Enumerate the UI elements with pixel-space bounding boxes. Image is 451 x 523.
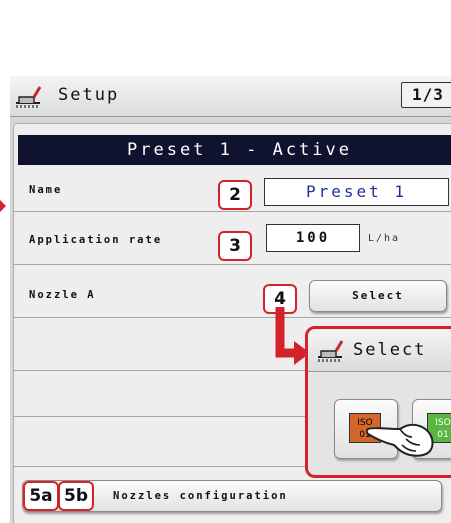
application-rate-field[interactable]: 100 — [266, 224, 360, 252]
rate-unit: L/ha — [368, 233, 401, 244]
callout-badge-5a: 5a — [23, 481, 59, 511]
select-popup-title: Select — [353, 340, 427, 360]
title-bar: Setup 1/3 — [10, 76, 451, 117]
application-rate-label: Application rate — [29, 234, 163, 246]
name-label: Name — [29, 184, 63, 196]
name-field[interactable]: Preset 1 — [264, 178, 449, 206]
callout-badge-5b: 5b — [58, 481, 94, 511]
preset-status-banner: Preset 1 - Active — [18, 135, 451, 165]
page-indicator[interactable]: 1/3 — [401, 82, 451, 108]
sprayer-setup-icon — [16, 86, 42, 108]
sprayer-setup-icon — [318, 340, 344, 362]
select-popup-title-bar: Select — [308, 329, 451, 372]
nozzles-configuration-label: Nozzles configuration — [113, 490, 288, 502]
pointing-hand-icon — [366, 423, 434, 457]
nozzle-select-button[interactable]: Select — [309, 280, 447, 312]
callout-badge-3: 3 — [218, 231, 252, 261]
callout-pointer-left — [0, 200, 6, 212]
callout-badge-2: 2 — [218, 180, 252, 210]
nozzle-a-row: Nozzle A Select — [13, 273, 451, 318]
window-title: Setup — [58, 85, 120, 105]
nozzle-a-label: Nozzle A — [29, 289, 96, 301]
select-popup-callout: Select ISO 01 ISO 01 — [305, 326, 451, 478]
